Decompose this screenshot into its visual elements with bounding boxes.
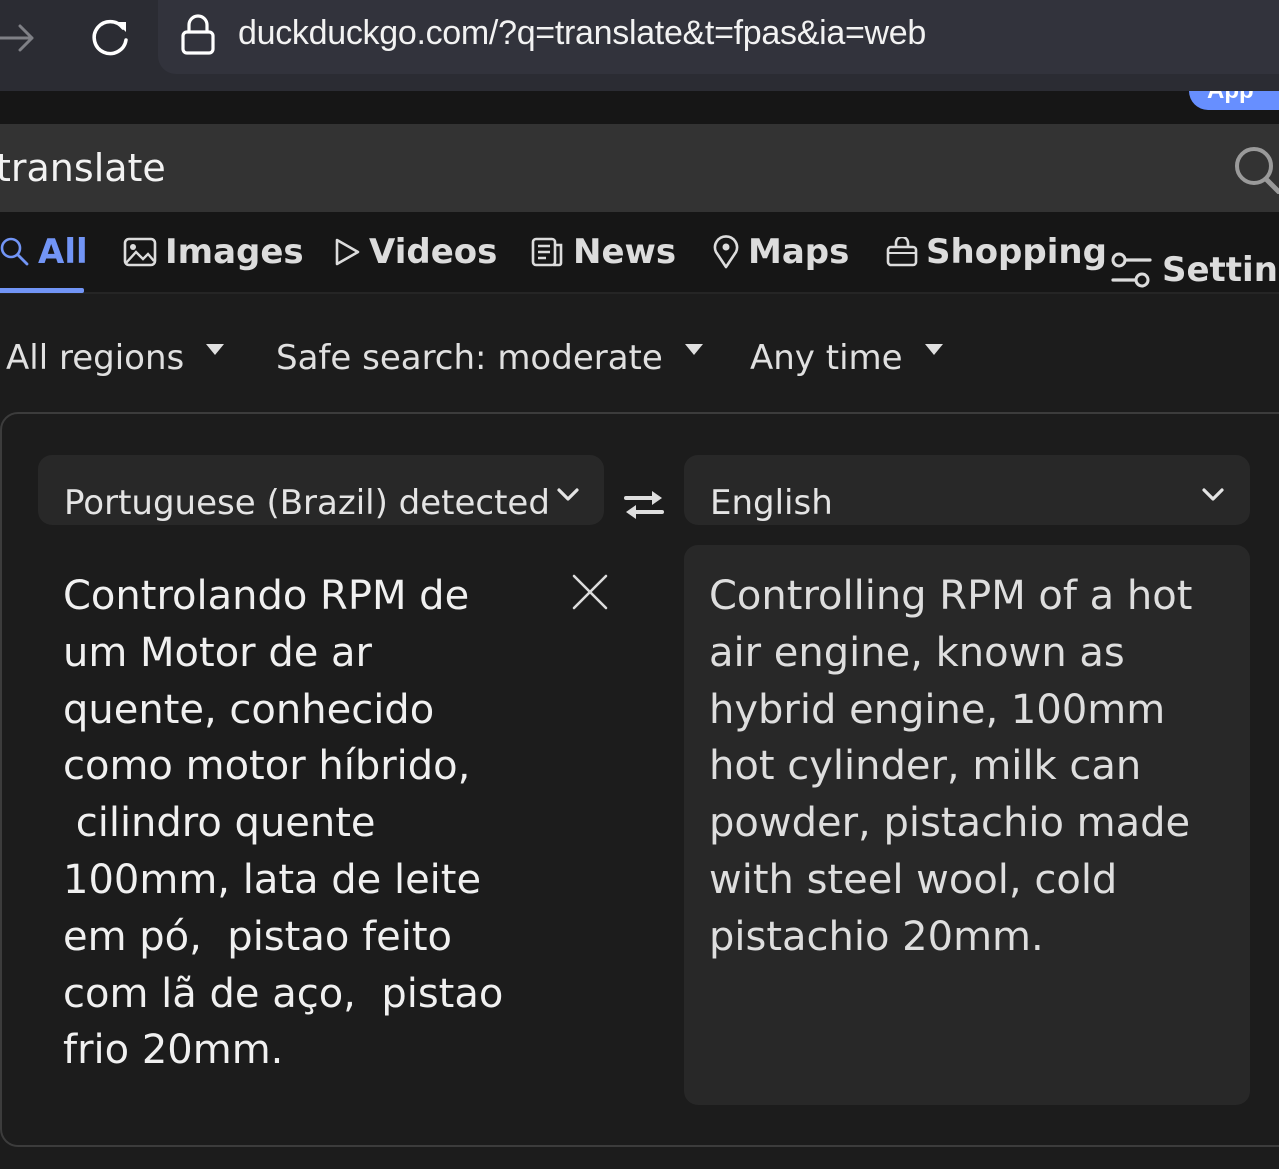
sliders-icon (1111, 252, 1152, 288)
app-badge-button[interactable]: App (1189, 91, 1279, 110)
time-filter-dropdown[interactable]: Any time (750, 338, 943, 378)
chevron-down-icon (1202, 488, 1224, 501)
tab-label: Videos (369, 232, 498, 272)
translated-text: Controlling RPM of a hot air engine, kno… (709, 573, 1193, 960)
browser-toolbar: duckduckgo.com/?q=translate&t=fpas&ia=we… (0, 0, 1279, 91)
tab-shopping[interactable]: Shopping (886, 228, 1107, 276)
forward-button[interactable] (0, 18, 36, 58)
safe-search-dropdown[interactable]: Safe search: moderate (276, 338, 703, 378)
page-header (0, 91, 1279, 124)
url-text[interactable]: duckduckgo.com/?q=translate&t=fpas&ia=we… (238, 14, 926, 53)
image-icon (123, 237, 157, 267)
source-text-input[interactable]: Controlando RPM de um Motor de ar quente… (63, 568, 553, 1088)
play-icon (335, 238, 360, 266)
safe-search-label: Safe search: moderate (276, 338, 663, 378)
caret-down-icon (684, 343, 703, 355)
caret-down-icon (206, 343, 225, 355)
tab-label: Images (165, 232, 304, 272)
time-filter-label: Any time (750, 338, 903, 378)
region-filter-dropdown[interactable]: All regions (6, 338, 225, 378)
close-icon[interactable] (572, 574, 608, 610)
search-bar (0, 124, 1279, 212)
shopping-bag-icon (886, 237, 918, 267)
tab-images[interactable]: Images (123, 228, 304, 276)
lock-icon (181, 14, 215, 55)
caret-down-icon (924, 343, 943, 355)
app-badge-label: App (1207, 91, 1254, 105)
search-input[interactable] (0, 124, 1200, 212)
target-language-label: English (710, 483, 833, 523)
reload-button[interactable] (88, 14, 134, 60)
translation-output: Controlling RPM of a hot air engine, kno… (684, 545, 1250, 1105)
tab-videos[interactable]: Videos (333, 228, 497, 276)
tab-label: All (38, 232, 88, 272)
reload-icon (92, 19, 128, 56)
source-language-select[interactable]: Portuguese (Brazil) detected (38, 455, 604, 525)
source-text-area[interactable]: Controlando RPM de um Motor de ar quente… (38, 546, 628, 1106)
search-icon (0, 237, 29, 266)
tab-maps[interactable]: Maps (712, 228, 849, 276)
search-filters: All regions Safe search: moderate Any ti… (0, 296, 1279, 412)
map-pin-icon (713, 235, 739, 269)
tab-settings[interactable]: Settings (1110, 246, 1279, 294)
tab-label: Shopping (926, 232, 1107, 272)
arrow-right-icon (0, 24, 34, 52)
address-bar[interactable]: duckduckgo.com/?q=translate&t=fpas&ia=we… (158, 0, 1279, 74)
tab-label: Maps (748, 232, 850, 272)
target-language-select[interactable]: English (684, 455, 1250, 525)
region-filter-label: All regions (6, 338, 185, 378)
search-tabs: All Images Videos News Maps Shopping Set… (0, 212, 1279, 294)
newspaper-icon (531, 237, 563, 267)
tab-label: Settings (1162, 250, 1279, 290)
tab-all[interactable]: All (0, 228, 88, 276)
swap-arrows-icon[interactable] (622, 488, 666, 522)
tab-label: News (573, 232, 677, 272)
active-tab-indicator (0, 288, 84, 293)
tab-news[interactable]: News (531, 228, 676, 276)
search-icon[interactable] (1232, 144, 1279, 194)
source-language-label: Portuguese (Brazil) detected (64, 483, 550, 523)
chevron-down-icon (557, 488, 579, 501)
